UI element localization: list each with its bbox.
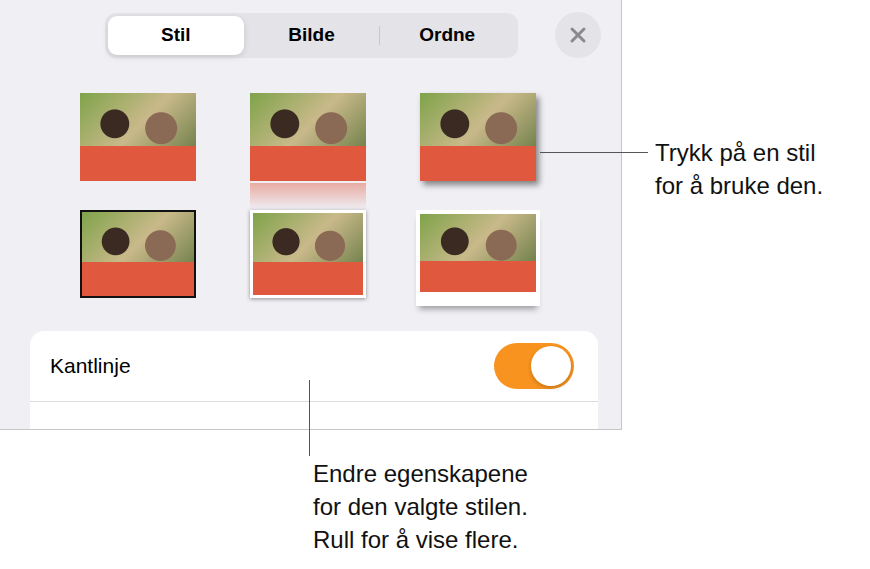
top-bar: StilBildeOrdne xyxy=(0,0,621,58)
format-panel: StilBildeOrdne Kantlinje xyxy=(0,0,622,430)
segmented-control: StilBildeOrdne xyxy=(105,13,518,58)
callout-line-text: Endre egenskapene xyxy=(313,457,528,490)
callout-text: Trykk på en stilfor å bruke den. xyxy=(655,136,823,202)
photo xyxy=(80,93,196,181)
photo xyxy=(250,93,366,181)
style-grid xyxy=(53,93,621,327)
photo xyxy=(80,210,196,298)
style-option[interactable] xyxy=(393,210,563,327)
style-option[interactable] xyxy=(223,210,393,327)
callout-line-text: for å bruke den. xyxy=(655,169,823,202)
style-option[interactable] xyxy=(223,93,393,210)
page: StilBildeOrdneKantlinjeTrykk på en stilf… xyxy=(0,0,870,569)
toggle-knob xyxy=(531,346,571,386)
callout-line-text: Rull for å vise flere. xyxy=(313,523,528,556)
settings-row: Kantlinje xyxy=(30,331,598,402)
style-option[interactable] xyxy=(53,93,223,210)
close-icon xyxy=(566,23,590,47)
callout-line-text: Trykk på en stil xyxy=(655,136,823,169)
callout-line xyxy=(540,152,648,153)
tab[interactable]: Bilde xyxy=(244,16,380,55)
settings-card: Kantlinje xyxy=(30,331,598,429)
photo xyxy=(250,210,366,298)
tab[interactable]: Ordne xyxy=(379,16,515,55)
callout-line xyxy=(309,380,310,456)
style-option[interactable] xyxy=(393,93,563,210)
callout-text: Endre egenskapenefor den valgte stilen.R… xyxy=(313,457,528,556)
row-label: Kantlinje xyxy=(50,354,131,378)
toggle-switch[interactable] xyxy=(494,343,574,389)
photo xyxy=(416,210,540,306)
style-option[interactable] xyxy=(53,210,223,327)
tab[interactable]: Stil xyxy=(108,16,244,55)
close-button[interactable] xyxy=(555,12,601,58)
photo xyxy=(420,93,536,181)
callout-line-text: for den valgte stilen. xyxy=(313,490,528,523)
